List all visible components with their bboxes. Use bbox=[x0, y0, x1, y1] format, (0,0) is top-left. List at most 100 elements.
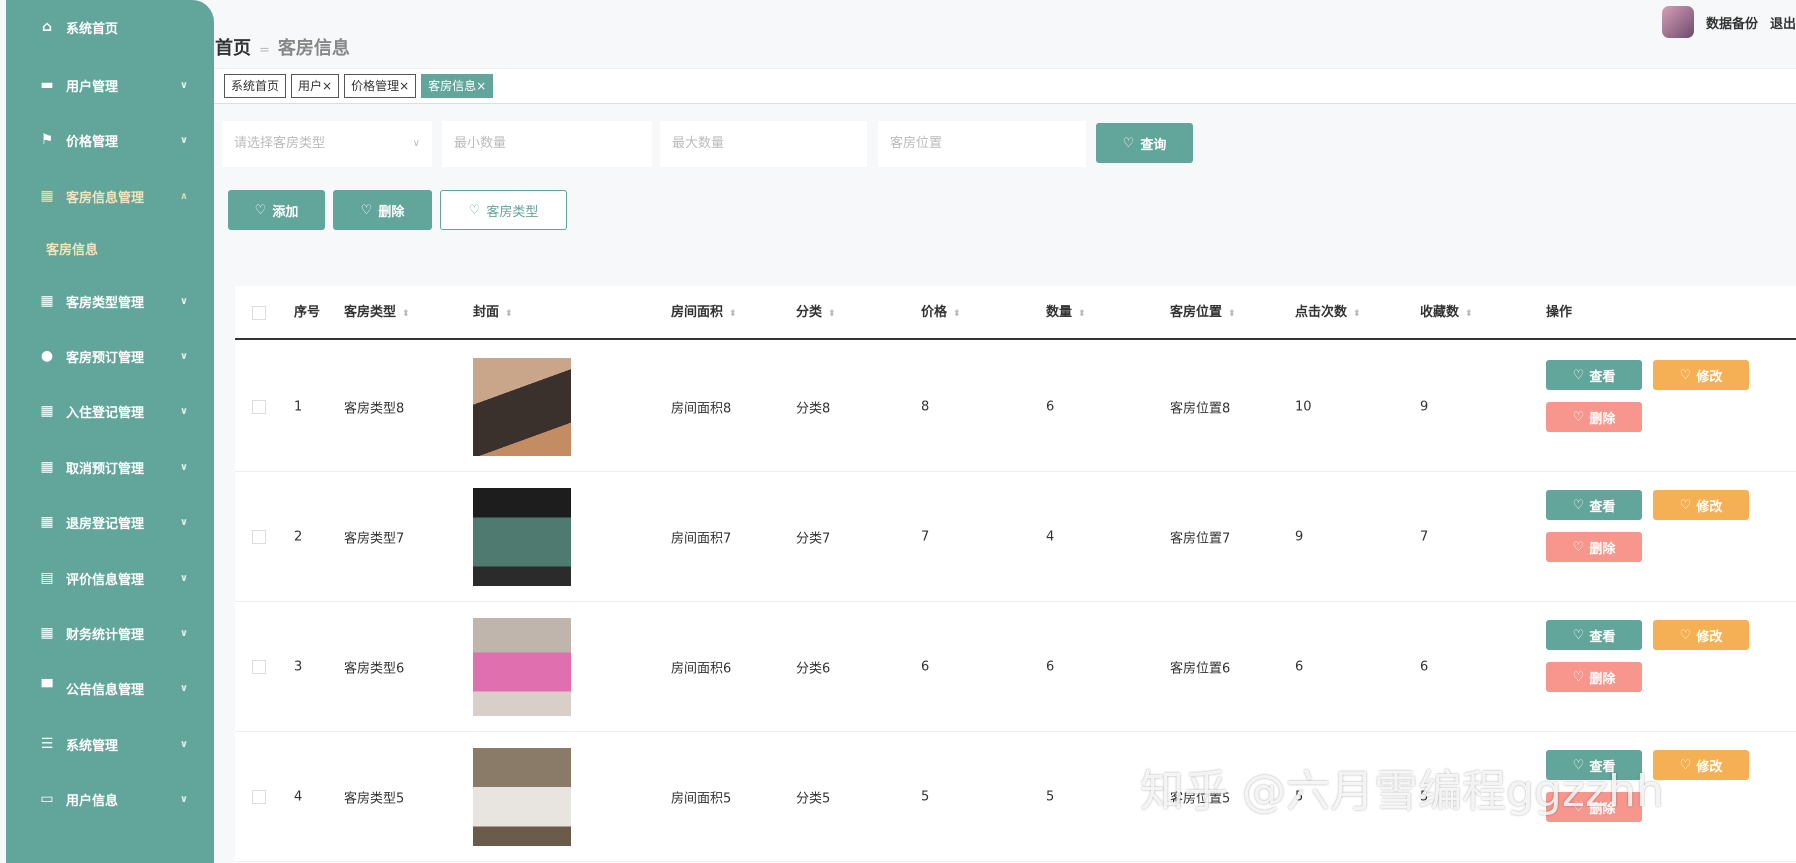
sort-icon[interactable]: ⬍ bbox=[1078, 309, 1086, 319]
edit-button[interactable]: ♡ 修改 bbox=[1653, 620, 1749, 650]
column-header[interactable]: 客房位置 ⬍ bbox=[1170, 286, 1236, 340]
row-delete-button[interactable]: ♡ 删除 bbox=[1546, 402, 1642, 432]
row-delete-button[interactable]: ♡ 删除 bbox=[1546, 532, 1642, 562]
heart-icon: ♡ bbox=[1572, 539, 1585, 555]
query-button[interactable]: ♡ 查询 bbox=[1096, 123, 1193, 163]
cell-price: 5 bbox=[921, 789, 930, 804]
row-delete-button[interactable]: ♡ 删除 bbox=[1546, 662, 1642, 692]
edit-button[interactable]: ♡ 修改 bbox=[1653, 360, 1749, 390]
sidebar-item[interactable]: ▬ 用户管理 ∨ bbox=[6, 65, 214, 105]
breadcrumb-separator: = bbox=[259, 43, 270, 58]
tab-label: 用户 bbox=[298, 79, 323, 93]
column-header-label: 点击次数 bbox=[1295, 305, 1348, 320]
sort-icon[interactable]: ⬍ bbox=[402, 309, 410, 319]
sidebar-item[interactable]: ● 客房预订管理 ∨ bbox=[6, 336, 214, 376]
tab-tag[interactable]: 用户× bbox=[291, 74, 340, 98]
column-header[interactable]: 点击次数 ⬍ bbox=[1295, 286, 1361, 340]
sort-icon[interactable]: ⬍ bbox=[953, 309, 961, 319]
sidebar-item[interactable]: ▦ 入住登记管理 ∨ bbox=[6, 391, 214, 431]
tab-tag[interactable]: 客房信息× bbox=[421, 74, 494, 98]
column-header[interactable]: 数量 ⬍ bbox=[1046, 286, 1086, 340]
select-all-checkbox[interactable] bbox=[252, 306, 266, 320]
sidebar-item[interactable]: ▦ 退房登记管理 ∨ bbox=[6, 502, 214, 542]
sort-icon[interactable]: ⬍ bbox=[1465, 309, 1473, 319]
delete-label: 删除 bbox=[378, 204, 405, 220]
sidebar-item[interactable]: ▦ 客房信息管理 ∧ bbox=[6, 176, 214, 216]
location-input[interactable]: 客房位置 bbox=[878, 121, 1086, 167]
room-type-select[interactable]: 请选择客房类型 ∨ bbox=[222, 121, 432, 167]
column-header[interactable]: 房间面积 ⬍ bbox=[671, 286, 737, 340]
view-button-label: 查看 bbox=[1589, 369, 1616, 385]
cell-cat: 分类5 bbox=[796, 791, 831, 806]
backup-link[interactable]: 数据备份 bbox=[1706, 13, 1758, 32]
sidebar-item[interactable]: ☰ 系统管理 ∨ bbox=[6, 724, 214, 764]
sidebar-item[interactable]: ⚑ 价格管理 ∨ bbox=[6, 120, 214, 160]
grid-icon: ▦ bbox=[40, 293, 54, 309]
cell-area: 房间面积8 bbox=[671, 401, 732, 416]
row-checkbox[interactable] bbox=[252, 659, 266, 674]
column-header[interactable]: 价格 ⬍ bbox=[921, 286, 961, 340]
row-delete-button-label: 删除 bbox=[1589, 411, 1616, 427]
delete-button[interactable]: ♡ 删除 bbox=[333, 190, 432, 230]
sidebar-subitem-room-info[interactable]: 客房信息 bbox=[46, 239, 98, 258]
row-checkbox[interactable] bbox=[252, 399, 266, 414]
sidebar-item-label: 系统首页 bbox=[66, 21, 119, 37]
close-icon[interactable]: × bbox=[399, 79, 409, 93]
tab-tag[interactable]: 价格管理× bbox=[344, 74, 417, 98]
room-type-button[interactable]: ♡ 客房类型 bbox=[440, 190, 567, 230]
row-checkbox[interactable] bbox=[252, 529, 266, 544]
avatar[interactable] bbox=[1661, 6, 1694, 38]
sidebar-item[interactable]: ▦ 财务统计管理 ∨ bbox=[6, 613, 214, 653]
edit-button[interactable]: ♡ 修改 bbox=[1653, 750, 1749, 780]
sidebar-item[interactable]: ⌂ 系统首页 bbox=[6, 7, 214, 47]
column-header[interactable]: 收藏数 ⬍ bbox=[1420, 286, 1473, 340]
heart-icon: ♡ bbox=[1679, 497, 1692, 513]
min-quantity-input[interactable]: 最小数量 bbox=[442, 121, 652, 167]
add-button[interactable]: ♡ 添加 bbox=[228, 190, 325, 230]
cell-type: 客房类型5 bbox=[344, 791, 405, 806]
sort-icon[interactable]: ⬍ bbox=[828, 309, 836, 319]
sidebar-item-label: 价格管理 bbox=[66, 134, 119, 150]
sidebar-item-label: 财务统计管理 bbox=[66, 627, 145, 643]
sort-icon[interactable]: ⬍ bbox=[1228, 309, 1236, 319]
printer-icon: ▀ bbox=[41, 680, 53, 696]
close-icon[interactable]: × bbox=[476, 79, 486, 93]
column-header-label: 数量 bbox=[1046, 305, 1073, 320]
breadcrumb-home[interactable]: 首页 bbox=[215, 38, 251, 59]
max-quantity-input[interactable]: 最大数量 bbox=[660, 121, 867, 167]
logout-link[interactable]: 退出 bbox=[1770, 13, 1796, 32]
column-header-label: 客房类型 bbox=[344, 305, 397, 320]
sort-icon[interactable]: ⬍ bbox=[505, 309, 513, 319]
column-header[interactable]: 封面 ⬍ bbox=[473, 286, 513, 340]
view-button[interactable]: ♡ 查看 bbox=[1546, 620, 1642, 650]
sidebar-item-label: 用户管理 bbox=[66, 79, 119, 95]
heart-icon: ♡ bbox=[1679, 627, 1692, 643]
sidebar-item[interactable]: ▦ 取消预订管理 ∨ bbox=[6, 447, 214, 487]
sidebar-item[interactable]: ▦ 客房类型管理 ∨ bbox=[6, 281, 214, 321]
view-button[interactable]: ♡ 查看 bbox=[1546, 490, 1642, 520]
close-icon[interactable]: × bbox=[322, 79, 332, 93]
view-button[interactable]: ♡ 查看 bbox=[1546, 360, 1642, 390]
sort-icon[interactable]: ⬍ bbox=[1353, 309, 1361, 319]
column-header[interactable]: 客房类型 ⬍ bbox=[344, 286, 410, 340]
sidebar-item[interactable]: ▤ 评价信息管理 ∨ bbox=[6, 558, 214, 598]
cell-loc: 客房位置6 bbox=[1170, 661, 1231, 676]
cell-qty: 6 bbox=[1046, 659, 1055, 674]
cell-price: 6 bbox=[921, 659, 930, 674]
sidebar-item[interactable]: ▀ 公告信息管理 ∨ bbox=[6, 668, 214, 708]
column-header-label: 封面 bbox=[473, 305, 500, 320]
sidebar-item-label: 取消预订管理 bbox=[66, 461, 145, 477]
cell-loc: 客房位置7 bbox=[1170, 531, 1231, 546]
sort-icon[interactable]: ⬍ bbox=[729, 309, 737, 319]
sidebar-item[interactable]: ▭ 用户信息 ∨ bbox=[6, 779, 214, 819]
chevron-icon: ∨ bbox=[179, 627, 188, 639]
row-checkbox[interactable] bbox=[252, 789, 266, 804]
chevron-icon: ∨ bbox=[179, 516, 188, 528]
edit-button[interactable]: ♡ 修改 bbox=[1653, 490, 1749, 520]
tab-tag[interactable]: 系统首页 bbox=[224, 74, 287, 98]
sidebar-item-label: 退房登记管理 bbox=[66, 516, 145, 532]
heart-icon: ♡ bbox=[360, 202, 373, 218]
chevron-icon: ∧ bbox=[179, 190, 188, 202]
column-header[interactable]: 分类 ⬍ bbox=[796, 286, 836, 340]
chevron-down-icon: ∨ bbox=[412, 138, 420, 149]
